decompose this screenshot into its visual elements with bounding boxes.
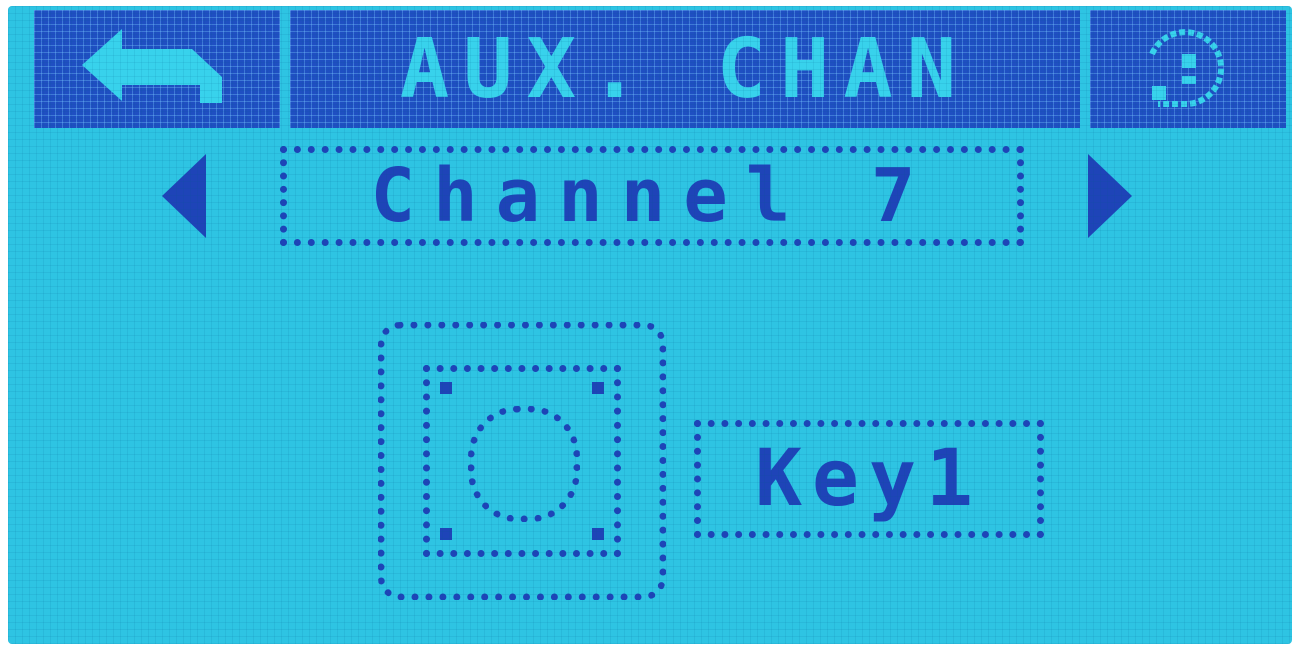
- back-button[interactable]: [34, 10, 280, 128]
- corner-dot: [440, 528, 452, 540]
- back-arrow-icon: [82, 29, 222, 103]
- key-button-icon: [423, 365, 621, 557]
- key-button[interactable]: [378, 322, 666, 600]
- key-name-label: Key1: [755, 434, 983, 524]
- corner-dot: [592, 528, 604, 540]
- triangle-right-icon: [1088, 154, 1132, 238]
- lcd-screen: AUX. CHAN Channel 7 Key1: [8, 6, 1292, 644]
- key-circle: [468, 406, 580, 522]
- triangle-left-icon: [162, 154, 206, 238]
- help-icon: [1149, 29, 1225, 107]
- channel-selector[interactable]: Channel 7: [280, 146, 1024, 246]
- corner-dot: [592, 382, 604, 394]
- next-channel-button[interactable]: [1080, 154, 1140, 238]
- key-name-field[interactable]: Key1: [694, 420, 1044, 538]
- prev-channel-button[interactable]: [154, 154, 214, 238]
- corner-dot: [440, 382, 452, 394]
- page-title: AUX. CHAN: [290, 10, 1080, 128]
- help-button[interactable]: [1090, 10, 1286, 128]
- channel-label: Channel 7: [370, 153, 934, 239]
